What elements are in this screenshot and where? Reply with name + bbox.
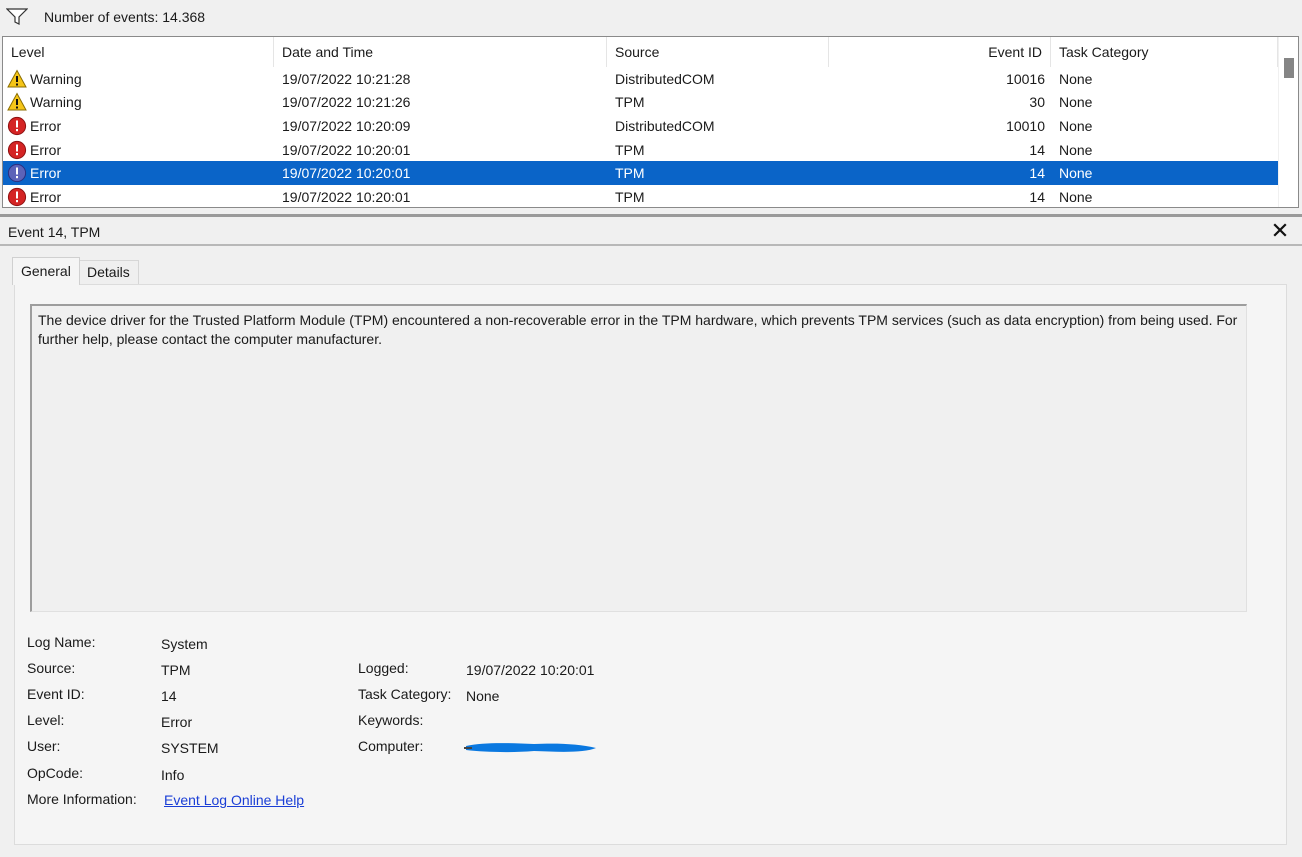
cell-task-category: None [1059,141,1093,158]
filter-funnel-icon[interactable] [6,8,28,26]
error-icon [7,163,27,183]
close-icon[interactable] [1272,222,1288,238]
event-log-online-help-link[interactable]: Event Log Online Help [164,792,304,808]
label-logged: Logged: [358,660,409,676]
cell-event-id: 14 [1029,141,1045,158]
cell-date-time: 19/07/2022 10:20:09 [282,117,411,134]
table-row[interactable]: Warning 19/07/2022 10:21:26 TPM 30 None [3,91,1278,115]
cell-task-category: None [1059,188,1093,205]
computer-name-redaction [464,743,596,753]
label-event-id: Event ID: [27,686,85,702]
events-grid[interactable]: Level Date and Time Source Event ID Task… [2,36,1299,208]
title-divider [0,244,1302,246]
grid-body: Warning 19/07/2022 10:21:28 DistributedCOM… [3,67,1278,207]
cell-source: TPM [615,188,645,205]
warning-icon [7,92,27,112]
label-level: Level: [27,712,65,728]
value-log-name[interactable]: System [161,636,208,652]
level-text: Warning [30,70,82,87]
column-header-date-time[interactable]: Date and Time [274,37,607,67]
column-header-source[interactable]: Source [607,37,829,67]
value-event-id[interactable]: 14 [161,688,177,704]
general-tab-panel: The device driver for the Trusted Platfo… [14,284,1287,845]
cell-source: TPM [615,141,645,158]
cell-level: Warning [3,92,274,112]
cell-level: Error [3,187,274,207]
cell-event-id: 14 [1029,165,1045,182]
cell-event-id: 10010 [1006,117,1045,134]
level-text: Error [30,188,62,205]
event-detail-title: Event 14, TPM [8,224,101,240]
cell-event-id: 10016 [1006,70,1045,87]
level-text: Error [30,165,62,182]
tab-details[interactable]: Details [78,260,139,284]
table-row[interactable]: Error 19/07/2022 10:20:01 TPM 14 None [3,138,1278,162]
error-icon [7,187,27,207]
cell-task-category: None [1059,165,1093,182]
event-description-text[interactable]: The device driver for the Trusted Platfo… [30,304,1247,612]
column-header-task-category[interactable]: Task Category [1051,37,1278,67]
table-row[interactable]: Error 19/07/2022 10:20:01 TPM 14 None [3,185,1278,207]
cell-level: Error [3,116,274,136]
level-text: Error [30,117,62,134]
cell-date-time: 19/07/2022 10:20:01 [282,188,411,205]
event-count-label: Number of events: 14.368 [44,9,206,25]
level-text: Warning [30,94,82,111]
value-source[interactable]: TPM [161,662,191,678]
column-header-level[interactable]: Level [3,37,274,67]
cell-source: DistributedCOM [615,117,715,134]
cell-event-id: 14 [1029,188,1045,205]
cell-task-category: None [1059,117,1093,134]
cell-level: Warning [3,69,274,89]
label-task-category: Task Category: [358,686,452,702]
cell-date-time: 19/07/2022 10:20:01 [282,165,411,182]
scrollbar-thumb[interactable] [1284,58,1294,78]
cell-event-id: 30 [1029,94,1045,111]
warning-icon [7,69,27,89]
cell-date-time: 19/07/2022 10:20:01 [282,141,411,158]
value-task-category[interactable]: None [466,688,499,704]
tab-general[interactable]: General [12,257,80,285]
label-opcode: OpCode: [27,765,84,781]
value-user[interactable]: SYSTEM [161,740,219,756]
label-keywords: Keywords: [358,712,424,728]
table-row[interactable]: Error 19/07/2022 10:20:09 DistributedCOM 10… [3,114,1278,138]
pane-splitter[interactable] [0,214,1302,217]
label-more-information: More Information: [27,791,137,807]
value-opcode[interactable]: Info [161,767,184,783]
label-log-name: Log Name: [27,634,96,650]
table-row[interactable]: Error 19/07/2022 10:20:01 TPM 14 None [3,161,1278,185]
cell-task-category: None [1059,94,1093,111]
error-icon [7,116,27,136]
label-source: Source: [27,660,76,676]
table-row[interactable]: Warning 19/07/2022 10:21:28 DistributedCOM… [3,67,1278,91]
value-logged[interactable]: 19/07/2022 10:20:01 [466,662,594,678]
cell-source: DistributedCOM [615,70,715,87]
grid-header: Level Date and Time Source Event ID Task… [3,37,1278,67]
grid-vertical-scrollbar[interactable] [1278,37,1298,207]
label-computer: Computer: [358,738,424,754]
events-toolbar: Number of events: 14.368 [0,0,1302,34]
cell-date-time: 19/07/2022 10:21:26 [282,94,411,111]
cell-date-time: 19/07/2022 10:21:28 [282,70,411,87]
value-level[interactable]: Error [161,714,192,730]
error-icon [7,140,27,160]
cell-source: TPM [615,94,645,111]
cell-level: Error [3,140,274,160]
label-user: User: [27,738,61,754]
cell-source: TPM [615,165,645,182]
cell-task-category: None [1059,70,1093,87]
event-detail-pane: Event 14, TPM General Details The device… [0,218,1302,857]
column-header-event-id[interactable]: Event ID [829,37,1051,67]
cell-level: Error [3,163,274,183]
level-text: Error [30,141,62,158]
